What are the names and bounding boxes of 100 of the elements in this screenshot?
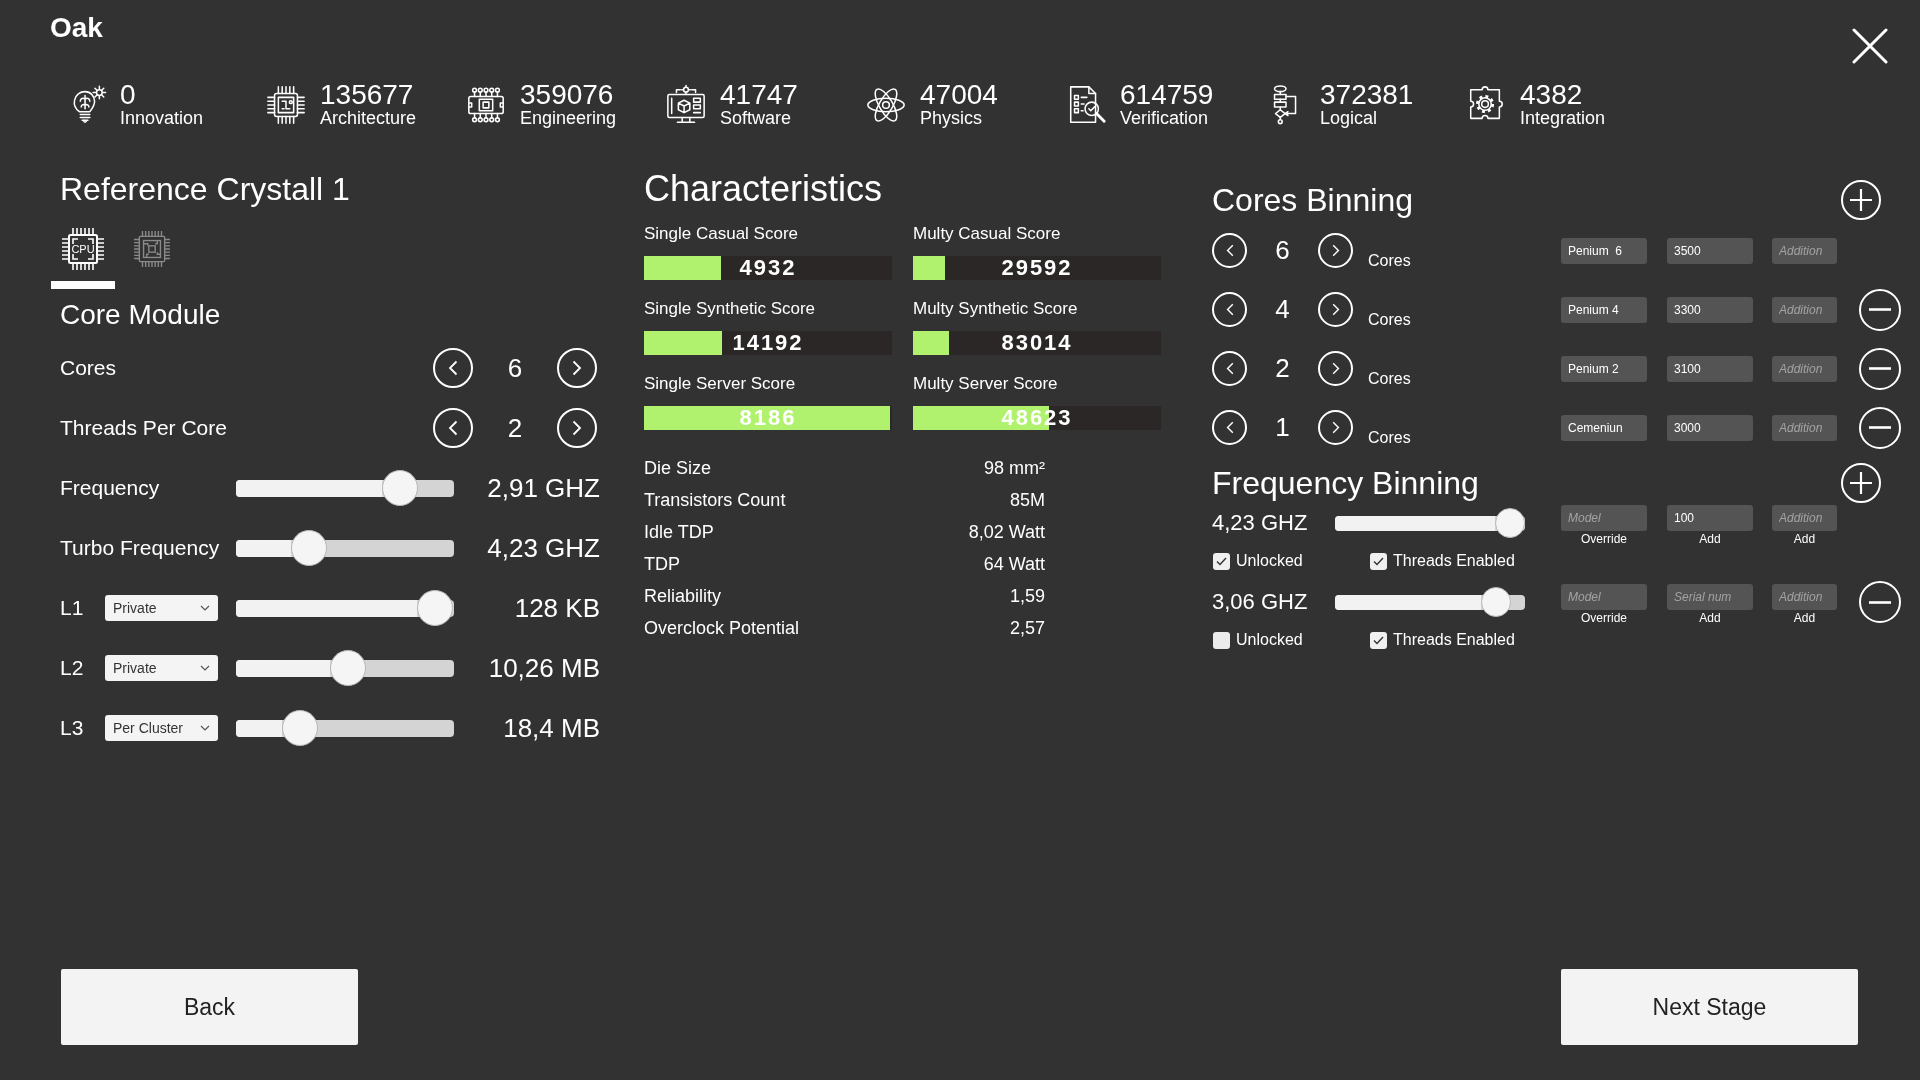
add-button[interactable]	[1841, 180, 1881, 220]
text-field[interactable]: Addition	[1772, 237, 1837, 264]
text-field[interactable]: Serial num	[1667, 584, 1753, 610]
close-button[interactable]	[1852, 28, 1888, 64]
setting-label: Frequency	[60, 476, 161, 500]
next-stage-button[interactable]: Next Stage	[1561, 969, 1858, 1045]
frequency-value: 3,06 GHZ	[1212, 589, 1309, 615]
text-field[interactable]: 100	[1667, 505, 1753, 531]
text-field[interactable]: Cemeniun	[1561, 414, 1647, 441]
text-field[interactable]: Model	[1561, 584, 1647, 610]
text-field[interactable]: Penium 4	[1561, 296, 1647, 323]
score-label: Single Synthetic Score	[644, 299, 817, 319]
resource-label: Innovation	[120, 108, 204, 128]
field-caption: Add	[1792, 611, 1817, 625]
previous-button[interactable]	[1212, 410, 1247, 445]
cache-dropdown[interactable]: Per Cluster	[105, 715, 218, 741]
resource-label: Software	[720, 108, 793, 128]
text-field[interactable]: Penium 2	[1561, 355, 1647, 382]
text-field[interactable]: Penium 6	[1561, 237, 1647, 264]
stat-label: Idle TDP	[644, 521, 714, 543]
minus-icon	[1869, 426, 1891, 429]
check-icon	[1373, 635, 1384, 645]
next-button[interactable]	[557, 408, 597, 448]
remove-button[interactable]	[1859, 347, 1901, 390]
chevron-right-icon	[1331, 303, 1340, 316]
checkbox[interactable]	[1370, 631, 1387, 649]
stat-label: TDP	[644, 553, 680, 575]
back-button[interactable]: Back	[61, 969, 358, 1045]
setting-value: 6	[506, 352, 524, 384]
app-title: Oak	[50, 12, 103, 44]
checkbox[interactable]	[1213, 631, 1230, 649]
stat-value: 8,02 Watt	[968, 521, 1045, 543]
checkbox-label: Threads Enabled	[1393, 552, 1515, 570]
previous-button[interactable]	[1212, 292, 1247, 327]
next-button[interactable]	[557, 348, 597, 388]
section-title: Frequency Binning	[1212, 464, 1479, 502]
setting-label: L1	[60, 596, 85, 620]
setting-value: 4,23 GHZ	[486, 532, 600, 564]
remove-button[interactable]	[1859, 288, 1901, 331]
check-icon	[1373, 556, 1384, 566]
text-field[interactable]: Addition	[1772, 296, 1837, 323]
setting-value: 10,26 MB	[487, 652, 600, 684]
core-count: 2	[1274, 353, 1291, 384]
unit-label: Cores	[1368, 427, 1411, 447]
core-count: 4	[1274, 294, 1291, 325]
cache-dropdown[interactable]: Private	[105, 595, 218, 621]
checkbox[interactable]	[1370, 552, 1387, 570]
next-button[interactable]	[1318, 351, 1353, 386]
chip-icon	[61, 227, 105, 271]
text-field[interactable]: 3100	[1667, 355, 1753, 382]
cache-dropdown[interactable]: Private	[105, 655, 218, 681]
score-label: Single Casual Score	[644, 224, 800, 244]
text-field[interactable]: 3000	[1667, 414, 1753, 441]
chevron-left-icon	[1225, 362, 1234, 375]
text-field[interactable]: 3500	[1667, 237, 1753, 264]
stat-value: 1,59	[1009, 585, 1045, 607]
cpu-tab[interactable]: CPU	[51, 227, 115, 289]
setting-value: 2	[506, 412, 524, 444]
next-button[interactable]	[1318, 410, 1353, 445]
slider-handle[interactable]	[1481, 587, 1512, 617]
text-field[interactable]: Addition	[1772, 355, 1837, 382]
minus-icon	[1869, 600, 1891, 604]
next-button[interactable]	[1318, 233, 1353, 268]
chevron-right-icon	[572, 360, 582, 376]
text-field[interactable]: Addition	[1772, 584, 1837, 610]
slider-handle[interactable]	[1494, 508, 1525, 538]
remove-button[interactable]	[1859, 406, 1901, 449]
field-caption: Add	[1698, 611, 1722, 625]
chevron-left-icon	[448, 360, 458, 376]
next-button[interactable]	[1318, 292, 1353, 327]
setting-label: Cores	[60, 356, 118, 380]
chevron-left-icon	[1225, 421, 1234, 434]
checkbox[interactable]	[1213, 552, 1230, 570]
unit-label: Cores	[1368, 250, 1411, 270]
previous-button[interactable]	[1212, 351, 1247, 386]
resource-value: 4382	[1520, 82, 1584, 108]
slider-handle[interactable]	[416, 590, 453, 626]
text-field[interactable]: 3300	[1667, 296, 1753, 323]
field-caption: Override	[1580, 532, 1628, 546]
stat-value: 64 Watt	[983, 553, 1045, 575]
score-label: Single Server Score	[644, 374, 797, 394]
minus-icon	[1869, 367, 1891, 370]
setting-label: Threads Per Core	[60, 416, 228, 440]
text-field[interactable]: Addition	[1772, 414, 1837, 441]
panel-title: Reference Crystall 1	[60, 171, 351, 208]
previous-button[interactable]	[433, 408, 473, 448]
previous-button[interactable]	[433, 348, 473, 388]
slider-handle[interactable]	[290, 530, 327, 566]
add-button[interactable]	[1841, 463, 1881, 503]
slider-handle[interactable]	[329, 650, 366, 686]
chevron-left-icon	[1225, 244, 1234, 257]
resource-label: Verification	[1120, 108, 1210, 128]
remove-button[interactable]	[1859, 581, 1901, 623]
slider-handle[interactable]	[382, 470, 419, 506]
text-field[interactable]: Addition	[1772, 505, 1837, 531]
chevron-right-icon	[1331, 244, 1340, 257]
previous-button[interactable]	[1212, 233, 1247, 268]
stat-label: Overclock Potential	[644, 617, 800, 639]
slider-handle[interactable]	[281, 710, 318, 746]
text-field[interactable]: Model	[1561, 505, 1647, 531]
